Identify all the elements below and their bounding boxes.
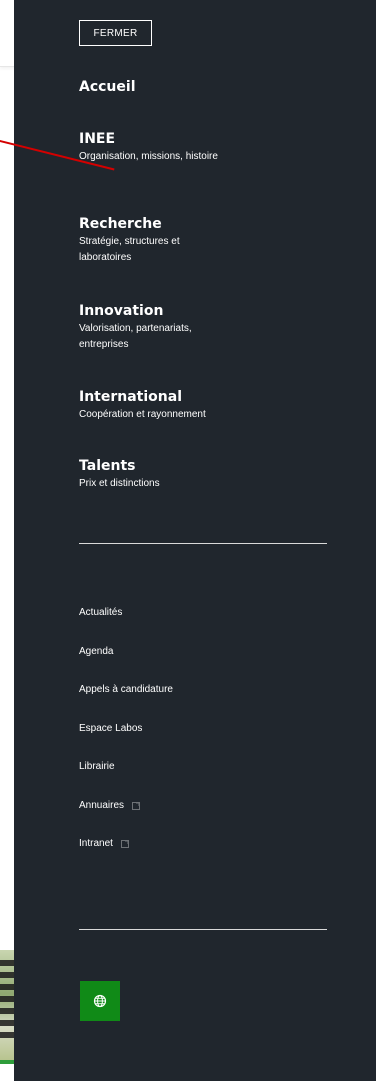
close-menu-button[interactable]: FERMER	[79, 20, 152, 46]
language-button[interactable]	[80, 981, 120, 1021]
background-image-text	[0, 960, 14, 1040]
nav-item-title[interactable]: Recherche	[79, 215, 339, 233]
nav-item-accueil[interactable]: Accueil	[79, 78, 339, 96]
menu-panel: FERMER Accueil INEE Organisation, missio…	[14, 0, 376, 1081]
link-espace-labos[interactable]: Espace Labos	[79, 722, 142, 736]
link-label[interactable]: Annuaires	[79, 799, 124, 813]
nav-item-subtitle: Valorisation, partenariats, entreprises	[79, 323, 192, 350]
nav-item-subtitle: Stratégie, structures et laboratoires	[79, 236, 180, 263]
external-link-icon	[132, 802, 141, 810]
nav-item-innovation[interactable]: Innovation Valorisation, partenariats, e…	[79, 302, 339, 353]
link-label[interactable]: Appels à candidature	[79, 683, 173, 697]
link-appels[interactable]: Appels à candidature	[79, 683, 173, 697]
nav-item-title[interactable]: Innovation	[79, 302, 339, 320]
nav-item-title[interactable]: Talents	[79, 457, 339, 475]
menu-divider	[79, 543, 327, 544]
link-agenda[interactable]: Agenda	[79, 645, 113, 659]
link-annuaires[interactable]: Annuaires	[79, 799, 141, 813]
background-accent-bar	[0, 1060, 14, 1064]
nav-item-title[interactable]: Accueil	[79, 78, 339, 96]
nav-item-title[interactable]: INEE	[79, 130, 339, 148]
link-actualites[interactable]: Actualités	[79, 606, 122, 620]
nav-item-title[interactable]: International	[79, 388, 339, 406]
nav-item-talents[interactable]: Talents Prix et distinctions	[79, 457, 339, 492]
nav-item-subtitle: Prix et distinctions	[79, 478, 160, 489]
link-label[interactable]: Espace Labos	[79, 722, 142, 736]
nav-item-inee[interactable]: INEE Organisation, missions, histoire	[79, 130, 339, 165]
external-link-icon	[120, 840, 129, 848]
globe-icon	[93, 994, 107, 1008]
link-label[interactable]: Agenda	[79, 645, 113, 659]
page: FERMER Accueil INEE Organisation, missio…	[0, 0, 376, 1081]
link-librairie[interactable]: Librairie	[79, 760, 115, 774]
nav-item-recherche[interactable]: Recherche Stratégie, structures et labor…	[79, 215, 339, 266]
link-intranet[interactable]: Intranet	[79, 837, 129, 851]
link-label[interactable]: Librairie	[79, 760, 115, 774]
link-label[interactable]: Intranet	[79, 837, 113, 851]
nav-item-subtitle: Organisation, missions, histoire	[79, 151, 218, 162]
nav-item-international[interactable]: International Coopération et rayonnement	[79, 388, 339, 423]
nav-item-subtitle: Coopération et rayonnement	[79, 409, 206, 420]
link-label[interactable]: Actualités	[79, 606, 122, 620]
menu-divider	[79, 929, 327, 930]
